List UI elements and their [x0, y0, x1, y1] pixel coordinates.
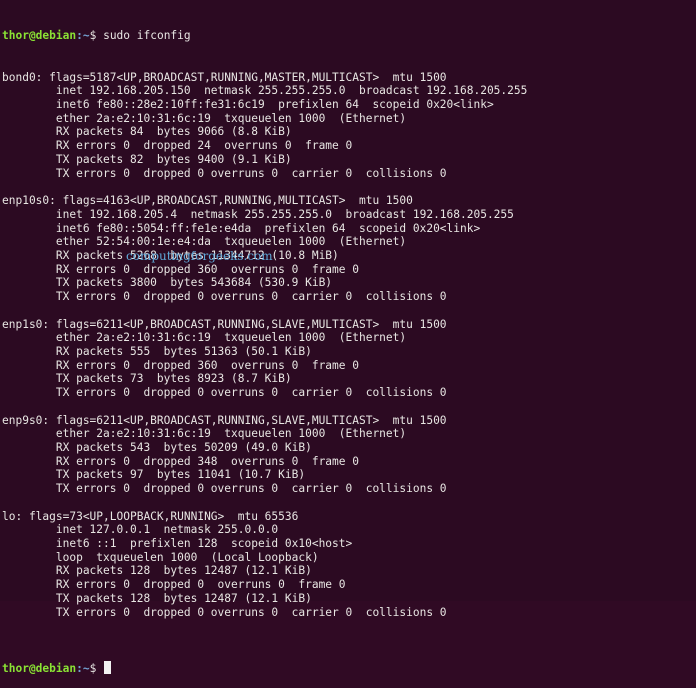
output-line: ether 2a:e2:10:31:6c:19 txqueuelen 1000 …: [2, 427, 407, 441]
prompt-user-host: thor@debian: [2, 29, 77, 43]
output-line: inet 192.168.205.150 netmask 255.255.255…: [2, 84, 528, 98]
output-line: ether 52:54:00:1e:e4:da txqueuelen 1000 …: [2, 235, 407, 249]
output-line: TX errors 0 dropped 0 overruns 0 carrier…: [2, 482, 447, 496]
output-line: TX errors 0 dropped 0 overruns 0 carrier…: [2, 386, 447, 400]
output-line: bond0: flags=5187<UP,BROADCAST,RUNNING,M…: [2, 70, 447, 84]
command-text: sudo ifconfig: [103, 29, 191, 43]
output-line: RX packets 128 bytes 12487 (12.1 KiB): [2, 564, 312, 578]
output-line: lo: flags=73<UP,LOOPBACK,RUNNING> mtu 65…: [2, 509, 299, 523]
output-line: RX errors 0 dropped 348 overruns 0 frame…: [2, 454, 359, 468]
output-line: RX errors 0 dropped 24 overruns 0 frame …: [2, 139, 353, 153]
output-line: RX packets 543 bytes 50209 (49.0 KiB): [2, 441, 312, 454]
output-line: TX errors 0 dropped 0 overruns 0 carrier…: [2, 166, 447, 180]
output-line: inet6 fe80::5054:ff:fe1e:e4da prefixlen …: [2, 221, 481, 235]
output-line: RX packets 5268 bytes 11344712 (10.8 MiB…: [2, 248, 339, 262]
output-line: enp10s0: flags=4163<UP,BROADCAST,RUNNING…: [2, 194, 413, 208]
output-line: inet 192.168.205.4 netmask 255.255.255.0…: [2, 207, 514, 221]
output-line: RX errors 0 dropped 0 overruns 0 frame 0: [2, 578, 346, 592]
output-line: enp1s0: flags=6211<UP,BROADCAST,RUNNING,…: [2, 317, 447, 331]
output-line: RX errors 0 dropped 360 overruns 0 frame…: [2, 358, 359, 372]
output-line: ether 2a:e2:10:31:6c:19 txqueuelen 1000 …: [2, 111, 407, 125]
output-line: TX errors 0 dropped 0 overruns 0 carrier…: [2, 605, 447, 619]
output-line: ether 2a:e2:10:31:6c:19 txqueuelen 1000 …: [2, 331, 407, 345]
output-line: inet6 fe80::28e2:10ff:fe31:6c19 prefixle…: [2, 98, 494, 112]
final-prompt-user-host: thor@debian: [2, 661, 77, 675]
watermark-text: computingforgeeks.com: [126, 249, 273, 263]
output-line: inet6 ::1 prefixlen 128 scopeid 0x10<hos…: [2, 537, 353, 551]
output-line: enp9s0: flags=6211<UP,BROADCAST,RUNNING,…: [2, 413, 447, 427]
output-line: inet 127.0.0.1 netmask 255.0.0.0: [2, 523, 279, 537]
output-line: TX errors 0 dropped 0 overruns 0 carrier…: [2, 290, 447, 304]
output-line: TX packets 73 bytes 8923 (8.7 KiB): [2, 372, 292, 386]
output-line: RX errors 0 dropped 360 overruns 0 frame…: [2, 262, 359, 276]
output-line: loop txqueuelen 1000 (Local Loopback): [2, 550, 319, 564]
terminal-window[interactable]: thor@debian:~$ sudo ifconfig bond0: flag…: [0, 0, 696, 675]
final-prompt-symbol: $: [89, 661, 97, 675]
active-prompt-line[interactable]: thor@debian:~$: [2, 660, 696, 675]
command-output: bond0: flags=5187<UP,BROADCAST,RUNNING,M…: [2, 71, 696, 633]
command-prompt-line: thor@debian:~$ sudo ifconfig: [2, 29, 696, 43]
output-line: RX packets 555 bytes 51363 (50.1 KiB): [2, 344, 312, 358]
output-line: TX packets 128 bytes 12487 (12.1 KiB): [2, 591, 312, 605]
output-line: TX packets 82 bytes 9400 (9.1 KiB): [2, 152, 292, 166]
output-line: TX packets 97 bytes 11041 (10.7 KiB): [2, 468, 306, 482]
output-line: RX packets 84 bytes 9066 (8.8 KiB): [2, 125, 292, 139]
output-line: TX packets 3800 bytes 543684 (530.9 KiB): [2, 276, 333, 290]
cursor-icon: [104, 660, 112, 674]
prompt-path: :~: [76, 29, 90, 43]
prompt-symbol: $: [89, 29, 97, 43]
final-prompt-path: :~: [76, 661, 90, 675]
